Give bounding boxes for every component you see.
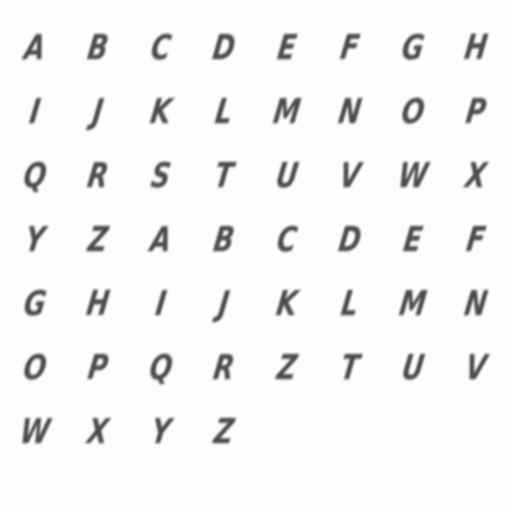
glyph-cell: W [17, 412, 53, 452]
glyph-cell: Q [146, 348, 176, 388]
glyph-cell: Y [22, 220, 48, 260]
glyph-cell: Z [85, 220, 111, 260]
glyph-cell: G [21, 284, 49, 324]
glyph-cell: M [270, 92, 304, 132]
glyph-cell: V [462, 348, 490, 388]
glyph-cell: L [338, 284, 362, 324]
glyph-cell: P [85, 348, 111, 388]
glyph-cell: X [462, 156, 490, 196]
glyph-cell: G [399, 28, 427, 68]
glyph-cell: U [399, 348, 427, 388]
glyph-cell: Z [274, 348, 300, 388]
glyph-cell: D [210, 28, 238, 68]
glyph-cell: X [84, 412, 112, 452]
glyph-cell: Q [20, 156, 50, 196]
glyph-cell: N [336, 92, 364, 132]
glyph-cell: F [338, 28, 362, 68]
glyph-cell: A [147, 220, 175, 260]
glyph-cell: C [274, 220, 300, 260]
glyph-cell: N [462, 284, 490, 324]
glyph-cell: J [90, 92, 106, 132]
glyph-cell: O [20, 348, 50, 388]
glyph-cell: V [336, 156, 364, 196]
glyph-cell: F [464, 220, 488, 260]
glyph-cell: B [211, 220, 237, 260]
glyph-cell: A [21, 28, 49, 68]
glyph-cell: L [212, 92, 236, 132]
glyph-cell: R [84, 156, 112, 196]
glyph-cell: M [396, 284, 430, 324]
glyph-cell: Y [148, 412, 174, 452]
glyph-cell: I [27, 92, 43, 132]
glyph-cell: H [84, 284, 112, 324]
glyph-cell: H [462, 28, 490, 68]
glyph-cell: T [338, 348, 362, 388]
glyph-cell: C [148, 28, 174, 68]
glyph-cell: K [273, 284, 301, 324]
glyph-cell: D [336, 220, 364, 260]
glyph-cell: I [153, 284, 169, 324]
glyph-cell: W [395, 156, 431, 196]
glyph-cell: T [212, 156, 236, 196]
glyph-cell: J [216, 284, 232, 324]
glyph-sheet: ABCDEFGHIJKLMNOPQRSTUVWXYZABCDEFGHIJKLMN… [0, 0, 512, 512]
glyph-cell: Z [211, 412, 237, 452]
glyph-cell: K [147, 92, 175, 132]
glyph-cell: E [401, 220, 425, 260]
glyph-cell: S [148, 156, 174, 196]
glyph-cell: E [275, 28, 299, 68]
glyph-cell: O [398, 92, 428, 132]
glyph-cell: P [463, 92, 489, 132]
glyph-cell: U [273, 156, 301, 196]
glyph-cell: B [85, 28, 111, 68]
glyph-cell: R [210, 348, 238, 388]
